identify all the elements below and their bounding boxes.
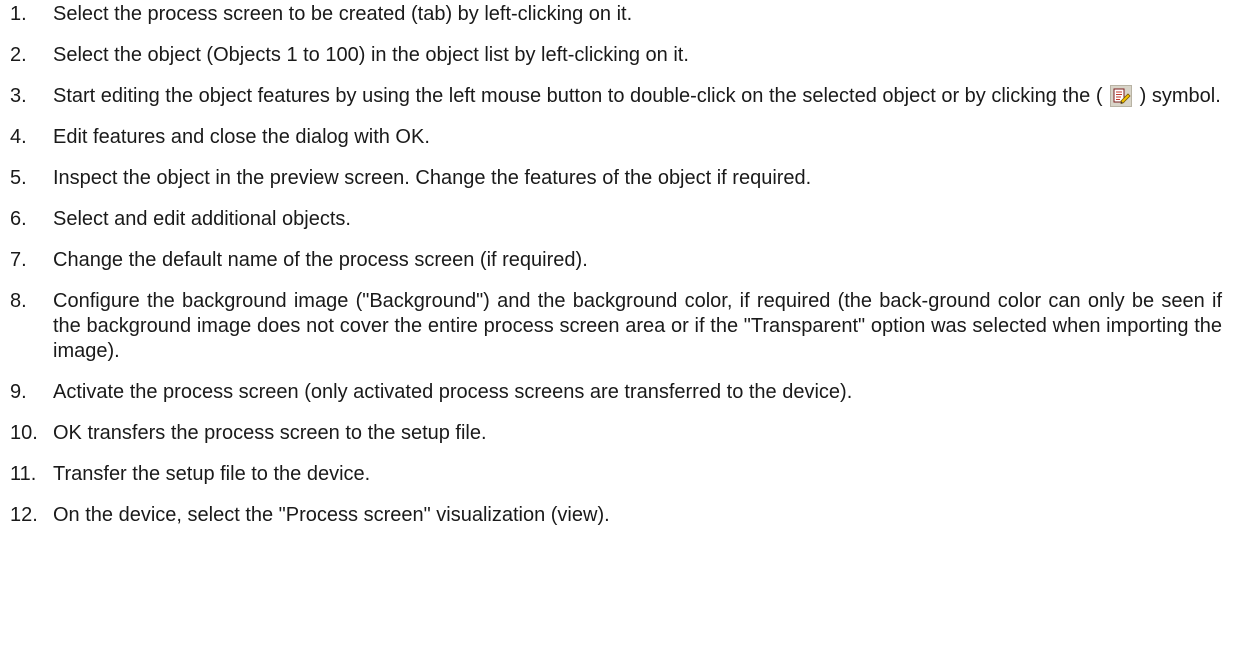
step-number: 1.: [10, 3, 27, 25]
step-number: 3.: [10, 85, 27, 107]
list-item: 9. Activate the process screen (only act…: [10, 380, 1222, 405]
step-text: Select the object (Objects 1 to 100) in …: [53, 44, 689, 66]
list-item: 5. Inspect the object in the preview scr…: [10, 166, 1222, 191]
step-text: Edit features and close the dialog with …: [53, 126, 430, 148]
list-item: 4. Edit features and close the dialog wi…: [10, 125, 1222, 150]
list-item: 2. Select the object (Objects 1 to 100) …: [10, 43, 1222, 68]
step-text: On the device, select the "Process scree…: [53, 504, 610, 526]
step-text-after-icon: ) symbol.: [1139, 85, 1221, 107]
list-item: 10. OK transfers the process screen to t…: [10, 421, 1222, 446]
step-number: 6.: [10, 208, 27, 230]
step-number: 7.: [10, 249, 27, 271]
step-text: Change the default name of the process s…: [53, 249, 588, 271]
list-item: 8. Configure the background image ("Back…: [10, 289, 1222, 364]
step-text: Configure the background image ("Backgro…: [53, 290, 1222, 362]
document-page: 1. Select the process screen to be creat…: [0, 0, 1236, 656]
step-number: 8.: [10, 290, 27, 312]
step-number: 4.: [10, 126, 27, 148]
step-number: 12.: [10, 504, 38, 526]
list-item: 11. Transfer the setup file to the devic…: [10, 462, 1222, 487]
step-text-before-icon: Start editing the object features by usi…: [53, 85, 1103, 107]
step-number: 5.: [10, 167, 27, 189]
list-item: 3. Start editing the object features by …: [10, 84, 1222, 109]
step-text: OK transfers the process screen to the s…: [53, 422, 487, 444]
step-number: 10.: [10, 422, 38, 444]
list-item: 12. On the device, select the "Process s…: [10, 503, 1222, 528]
edit-document-icon: [1110, 85, 1133, 107]
instruction-list: 1. Select the process screen to be creat…: [10, 2, 1222, 544]
step-text: Inspect the object in the preview screen…: [53, 167, 812, 189]
list-item: 7. Change the default name of the proces…: [10, 248, 1222, 273]
step-text: Select the process screen to be created …: [53, 3, 633, 25]
step-text: Select and edit additional objects.: [53, 208, 351, 230]
list-item: 1. Select the process screen to be creat…: [10, 2, 1222, 27]
step-text: Transfer the setup file to the device.: [53, 463, 371, 485]
step-text: Activate the process screen (only activa…: [53, 381, 853, 403]
list-item: 6. Select and edit additional objects.: [10, 207, 1222, 232]
step-number: 11.: [10, 463, 37, 485]
step-number: 2.: [10, 44, 27, 66]
step-number: 9.: [10, 381, 27, 403]
